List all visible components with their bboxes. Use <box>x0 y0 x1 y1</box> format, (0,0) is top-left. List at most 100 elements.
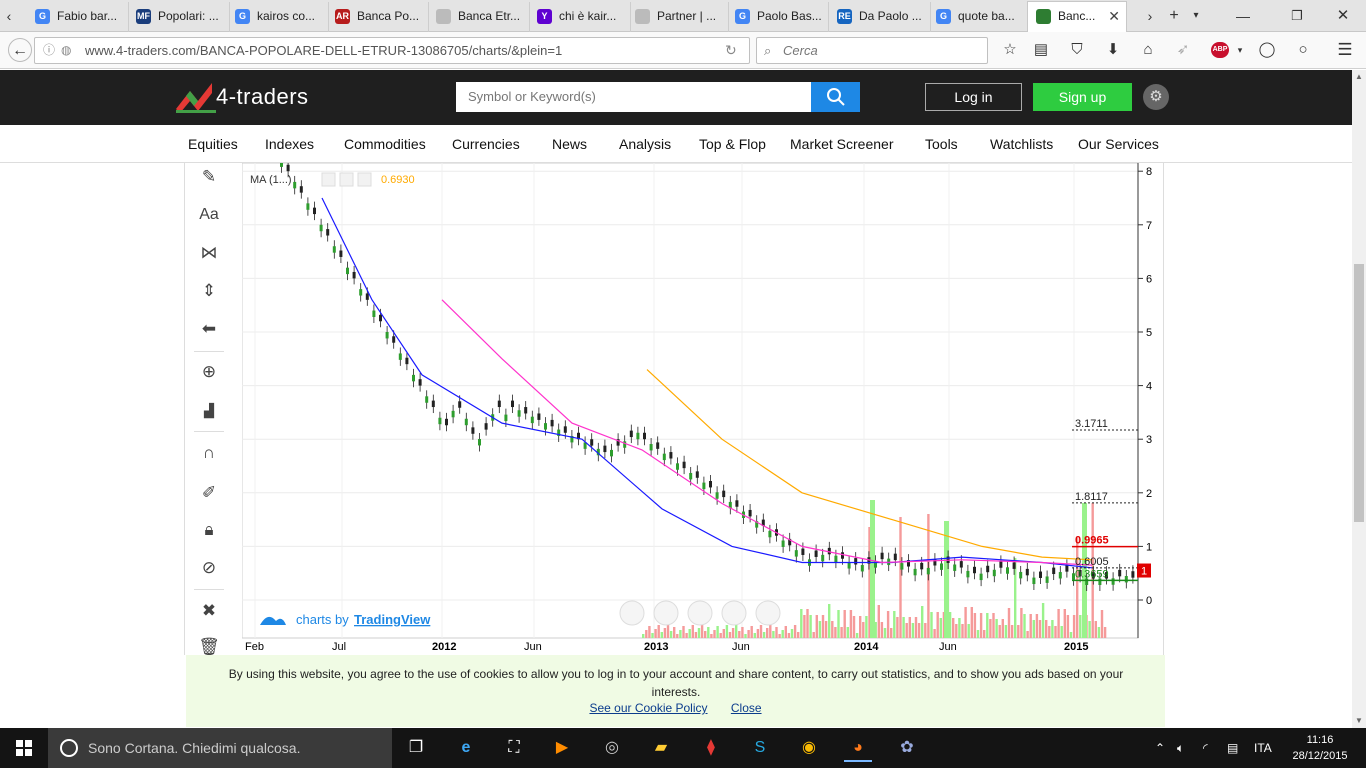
task-view-icon[interactable]: ❐ <box>402 734 430 762</box>
nav-equities[interactable]: Equities <box>188 125 238 163</box>
scroll-down-icon[interactable]: ▼ <box>1352 714 1366 728</box>
reading-list-icon[interactable]: ▤ <box>1029 38 1053 62</box>
bookmark-star-icon[interactable]: ☆ <box>998 38 1022 62</box>
browser-tab[interactable]: MF Popolari: ... <box>128 2 230 32</box>
measure-tool-icon[interactable]: ⇕ <box>192 277 226 305</box>
cookie-close-link[interactable]: Close <box>731 701 762 715</box>
browser-tab[interactable]: Gquote ba... <box>928 2 1030 32</box>
site-logo-icon[interactable] <box>176 81 216 113</box>
chart-zoom-out-icon[interactable] <box>653 600 679 626</box>
ruler-icon[interactable]: ▟ <box>192 397 226 425</box>
tab-close-icon[interactable]: ✕ <box>1108 2 1120 30</box>
text-tool-icon[interactable]: Aa <box>192 201 226 229</box>
skype-icon[interactable]: S <box>746 734 774 762</box>
tab-list-icon[interactable]: ▾ <box>1185 0 1207 32</box>
chart-scroll-left-icon[interactable] <box>619 600 645 626</box>
stay-drawing-icon[interactable]: ✐ <box>192 479 226 507</box>
store-icon[interactable]: ⛶ <box>500 734 528 762</box>
url-bar[interactable]: ⓘ ◍ www.4-traders.com/BANCA-POPOLARE-DEL… <box>34 37 750 64</box>
hamburger-menu-icon[interactable]: ☰ <box>1333 38 1357 62</box>
download-icon[interactable]: ⬇ <box>1101 38 1125 62</box>
input-language[interactable]: ITA <box>1254 728 1272 768</box>
site-search-input[interactable]: Symbol or Keyword(s) <box>456 82 811 112</box>
nav-market-screener[interactable]: Market Screener <box>790 125 893 163</box>
firefox-icon[interactable]: ◕ <box>844 734 872 762</box>
indicator-close-icon[interactable] <box>357 172 372 187</box>
new-tab-icon[interactable]: + <box>1163 0 1185 32</box>
scroll-thumb[interactable] <box>1354 264 1364 522</box>
home-icon[interactable]: ⌂ <box>1136 38 1160 62</box>
url-text[interactable]: www.4-traders.com/BANCA-POPOLARE-DELL-ET… <box>85 38 562 63</box>
arrow-tool-icon[interactable]: ⬅ <box>192 315 226 343</box>
lock-icon[interactable]: 🔒︎ <box>192 516 226 544</box>
browser-tab[interactable]: Gkairos co... <box>227 2 329 32</box>
adblock-icon[interactable]: ABP <box>1211 42 1229 58</box>
browser-tab[interactable]: AR Banca Po... <box>327 2 429 32</box>
volume-icon[interactable]: 🔈︎ <box>1177 728 1184 768</box>
edge-browser-icon[interactable]: e <box>452 734 480 762</box>
minimize-window-icon[interactable]: — <box>1232 0 1254 32</box>
tab-scroll-left-icon[interactable]: ‹ <box>0 0 18 32</box>
browser-tab[interactable]: G Paolo Bas... <box>727 2 829 32</box>
nav-analysis[interactable]: Analysis <box>619 125 671 163</box>
settings-tools-icon[interactable]: ✖ <box>192 597 226 625</box>
browser-tab[interactable]: Partner | ... <box>627 2 729 32</box>
brush-tool-icon[interactable]: ✎ <box>192 163 226 191</box>
indicator-eye-icon[interactable] <box>321 172 336 187</box>
tab-scroll-right-icon[interactable]: › <box>1141 0 1159 32</box>
price-chart-svg[interactable]: 8 7 6 5 4 3 2 1 0 Feb Jul 2012 Jun 2013 Jun 2014 Jun 2015… <box>241 154 1164 655</box>
circle-icon[interactable]: ○ <box>1291 38 1315 62</box>
browser-tab[interactable]: G Fabio bar... <box>27 2 129 32</box>
nav-commodities[interactable]: Commodities <box>344 125 426 163</box>
shield-icon[interactable]: ◍ <box>61 38 71 63</box>
settings-gear-icon[interactable]: ⚙ <box>1143 84 1169 110</box>
chart-plot-area[interactable] <box>241 162 1139 639</box>
close-window-icon[interactable]: ✕ <box>1332 0 1354 32</box>
browser-tab[interactable]: RE Da Paolo ... <box>829 2 931 32</box>
chrome-icon[interactable]: ◉ <box>795 734 823 762</box>
adblock-menu-icon[interactable]: ▾ <box>1228 38 1252 62</box>
cookie-policy-link[interactable]: See our Cookie Policy <box>589 701 707 715</box>
nav-news[interactable]: News <box>552 125 587 163</box>
nav-indexes[interactable]: Indexes <box>265 125 314 163</box>
start-button[interactable] <box>0 728 48 768</box>
browser-tab[interactable]: Ychi è kair... <box>529 2 631 32</box>
pattern-tool-icon[interactable]: ⋈ <box>192 239 226 267</box>
system-clock[interactable]: 11:16 28/12/2015 <box>1288 732 1352 764</box>
indicator-gear-icon[interactable] <box>339 172 354 187</box>
chart-reset-icon[interactable] <box>687 600 713 626</box>
magnet-icon[interactable]: ∩ <box>192 439 226 467</box>
nav-top-flop[interactable]: Top & Flop <box>699 125 766 163</box>
wifi-icon[interactable]: ◜ <box>1203 728 1208 768</box>
price-chart[interactable]: 8 7 6 5 4 3 2 1 0 Feb Jul 2012 Jun 2013 Jun 2014 Jun 2015… <box>241 154 1164 655</box>
hide-drawings-icon[interactable]: ⊘ <box>192 554 226 582</box>
browser-tab[interactable]: Banc... ✕ <box>1027 1 1127 33</box>
tray-expand-icon[interactable]: ⌃ <box>1155 728 1165 768</box>
chat-icon[interactable]: ◯ <box>1255 38 1279 62</box>
site-logo-text[interactable]: 4-traders <box>216 84 309 110</box>
info-icon[interactable]: ⓘ <box>43 38 55 63</box>
site-search-button[interactable] <box>811 82 860 112</box>
paint-icon[interactable]: ✿ <box>893 734 921 762</box>
browser-tab[interactable]: Banca Etr... <box>428 2 530 32</box>
signup-button[interactable]: Sign up <box>1033 83 1132 111</box>
zoom-in-icon[interactable]: ⊕ <box>192 358 226 386</box>
reload-icon[interactable]: ↻ <box>725 38 737 63</box>
pocket-icon[interactable]: ⛉ <box>1065 38 1089 62</box>
notifications-icon[interactable]: ▤ <box>1227 728 1238 768</box>
back-icon[interactable]: ← <box>8 38 32 62</box>
cortana-search-box[interactable]: Sono Cortana. Chiedimi qualcosa. <box>48 728 392 768</box>
nav-tools[interactable]: Tools <box>925 125 958 163</box>
file-explorer-icon[interactable]: ▰ <box>647 734 675 762</box>
nav-our-services[interactable]: Our Services <box>1078 125 1159 163</box>
page-scrollbar[interactable]: ▲ ▼ <box>1352 70 1366 728</box>
nav-currencies[interactable]: Currencies <box>452 125 520 163</box>
scroll-up-icon[interactable]: ▲ <box>1352 70 1366 84</box>
media-player-icon[interactable]: ▶ <box>548 734 576 762</box>
login-button[interactable]: Log in <box>925 83 1022 111</box>
chart-zoom-in-icon[interactable] <box>721 600 747 626</box>
restore-window-icon[interactable]: ❐ <box>1286 0 1308 32</box>
browser-search-input[interactable]: ⌕ Cerca <box>756 37 988 64</box>
send-icon[interactable]: ➶ <box>1171 38 1195 62</box>
disc-app-icon[interactable]: ◎ <box>598 734 626 762</box>
